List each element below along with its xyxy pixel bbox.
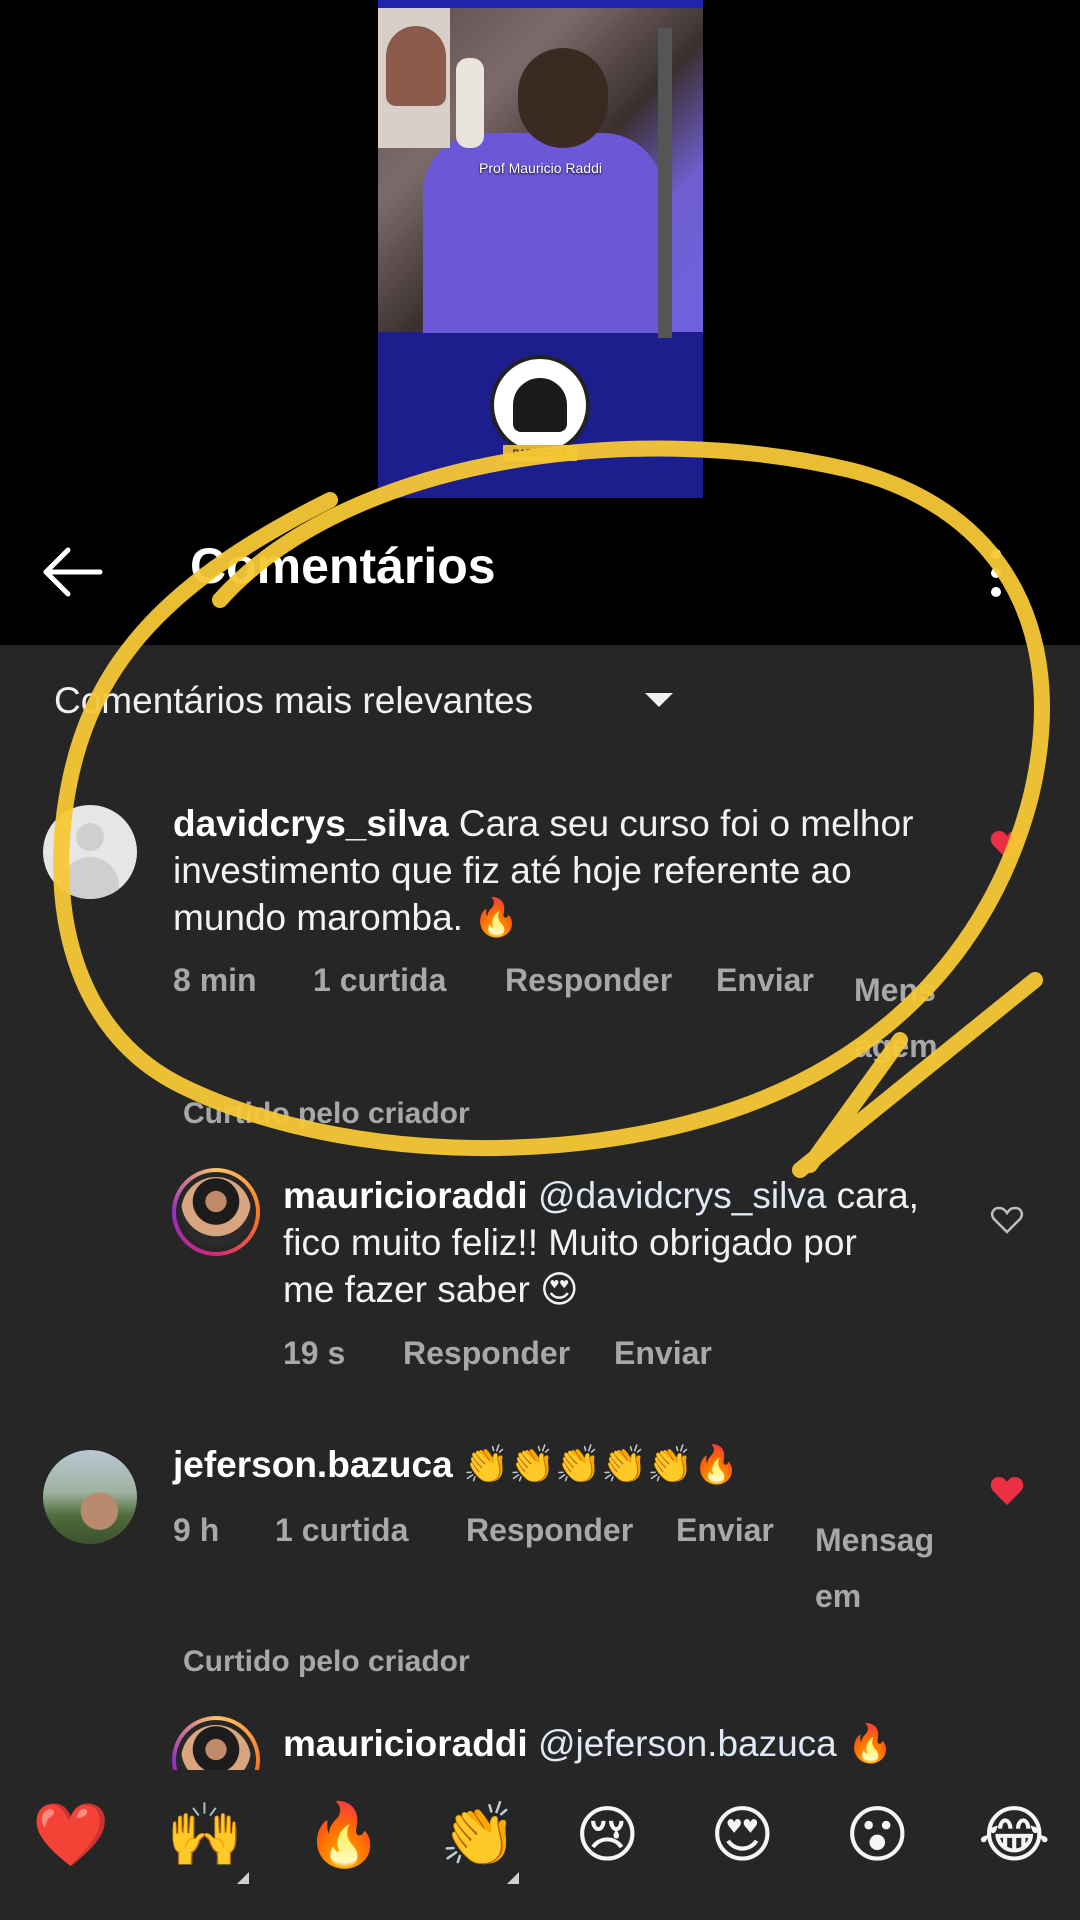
comment-time: 8 min [173,962,257,998]
reply-body: mauricioraddi @jeferson.bazuca 🔥 [283,1720,1003,1767]
reaction-heart[interactable]: ❤️ [32,1800,109,1870]
reply-text: cara, [826,1175,919,1216]
reaction-heart-eyes[interactable]: 😍 [710,1800,775,1870]
heart-icon[interactable] [990,1476,1024,1506]
presenter-inset [378,8,450,148]
message-label-line: agem [854,1028,938,1064]
reply-body: mauricioraddi @davidcrys_silva cara, fic… [283,1172,1003,1313]
reaction-surprised[interactable]: 😮 [845,1800,910,1870]
video-top-strip [378,0,703,8]
send-button[interactable]: Enviar [676,1512,774,1549]
trainer-head [518,48,608,148]
presenter-figure [386,26,446,106]
raddicore-logo [490,355,590,455]
comments-header [0,500,1080,645]
comment-body: jeferson.bazuca 👏👏👏👏👏🔥 [173,1441,973,1488]
default-avatar-body [61,857,119,899]
avatar[interactable] [43,805,137,899]
message-button[interactable]: Mens agem [854,962,938,1074]
comment-username[interactable]: jeferson.bazuca [173,1444,453,1485]
avatar[interactable] [43,1450,137,1544]
reaction-raised-hands[interactable]: 🙌 [166,1800,243,1870]
send-button[interactable]: Enviar [716,962,814,999]
reply-text: 🔥 [836,1723,894,1764]
sort-selector[interactable]: Comentários mais relevantes [54,680,533,722]
arrow-left-icon[interactable] [40,540,104,604]
comment-text-line: mundo maromba. 🔥 [173,897,520,938]
video-caption: Prof Mauricio Raddi [479,160,602,176]
variant-indicator-icon [507,1872,519,1884]
reply-username[interactable]: mauricioraddi [283,1175,528,1216]
heart-outline-icon[interactable] [990,1205,1024,1235]
send-button[interactable]: Enviar [614,1335,712,1372]
reply-button[interactable]: Responder [466,1512,633,1549]
comment-body: davidcrys_silva Cara seu curso foi o mel… [173,800,993,941]
video-thumbnail[interactable]: Prof Mauricio Raddi RADDICORE [378,0,703,498]
avatar-photo [181,1177,251,1247]
default-avatar-head [76,823,104,851]
heart-icon[interactable] [990,830,1024,860]
comment-text: 👏👏👏👏👏🔥 [462,1444,740,1485]
reaction-fire[interactable]: 🔥 [305,1800,382,1870]
message-button[interactable]: Mensag em [815,1512,934,1624]
caret-down-icon[interactable] [645,693,673,707]
reply-username[interactable]: mauricioraddi [283,1723,528,1764]
reaction-laughing[interactable]: 😂 [978,1800,1050,1870]
reply-time: 19 s [283,1335,346,1371]
reaction-clap[interactable]: 👏 [440,1800,517,1870]
gym-cable-bar [658,28,672,338]
comment-text: Cara seu curso foi o melhor [458,803,914,844]
likes-count[interactable]: 1 curtida [313,962,446,999]
comment-text-line: investimento que fiz até hoje referente … [173,850,852,891]
liked-by-creator-label: Curtido pelo criador [183,1097,470,1130]
logo-ribbon: RADDICORE [503,445,577,461]
page-title: Comentários [190,538,496,594]
bodybuilder-logo-icon [513,378,567,432]
emoji-reaction-bar [0,1770,1080,1920]
video-preview[interactable]: Prof Mauricio Raddi RADDICORE [0,0,1080,500]
message-label-line: Mens [854,972,936,1008]
comment-username[interactable]: davidcrys_silva [173,803,449,844]
mention-link[interactable]: @davidcrys_silva [538,1175,826,1216]
variant-indicator-icon [237,1872,249,1884]
likes-count[interactable]: 1 curtida [275,1512,408,1549]
avatar[interactable] [172,1168,260,1256]
comment-time: 9 h [173,1512,220,1548]
liked-by-creator-label: Curtido pelo criador [183,1645,470,1678]
skeleton-model [456,58,484,148]
reply-button[interactable]: Responder [505,962,672,999]
reply-text-line: me fazer saber 😍 [283,1269,579,1310]
message-label-line: em [815,1578,862,1614]
message-label-line: Mensag [815,1522,935,1558]
reaction-crying[interactable]: 😢 [575,1800,640,1870]
mention-link[interactable]: @jeferson.bazuca [538,1723,837,1764]
more-vertical-icon[interactable] [990,548,1002,598]
reply-text-line: fico muito feliz!! Muito obrigado por [283,1222,857,1263]
reply-button[interactable]: Responder [403,1335,570,1372]
